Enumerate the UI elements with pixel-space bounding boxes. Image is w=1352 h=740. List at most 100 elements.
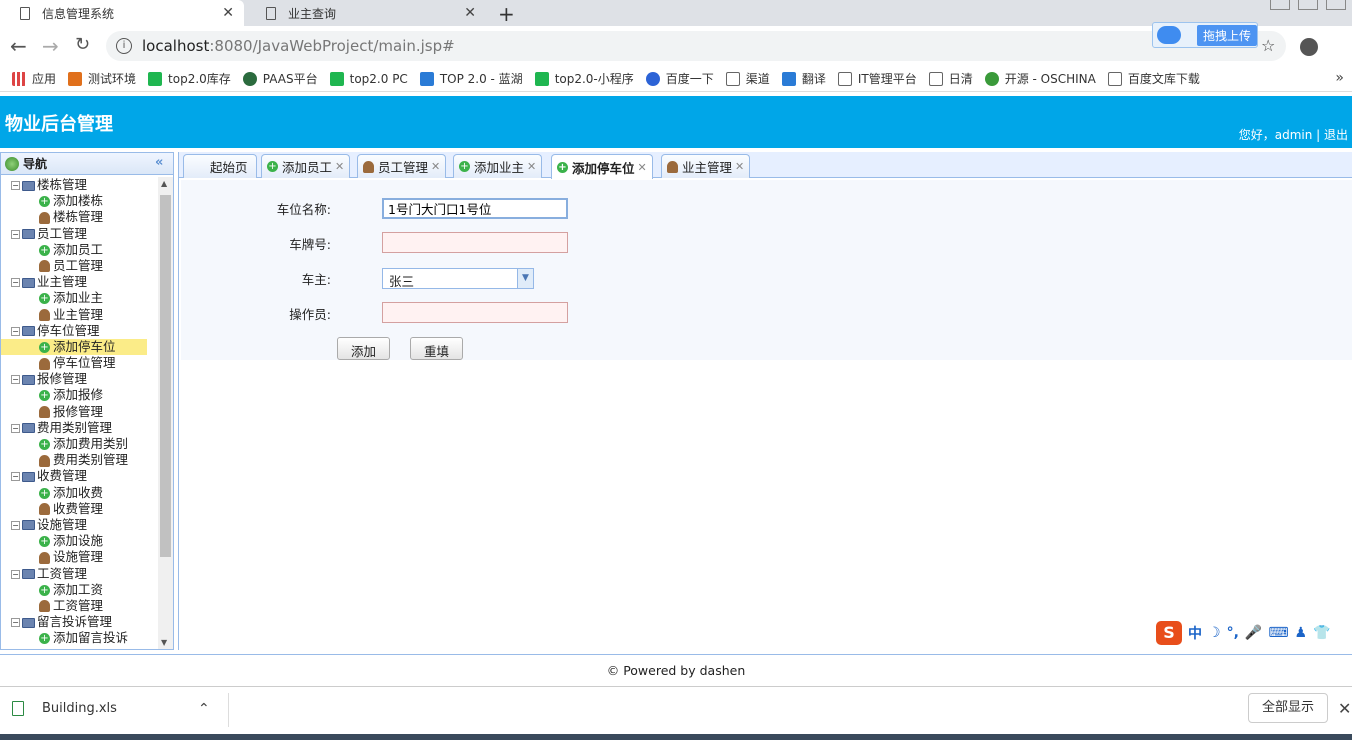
shirt-icon[interactable]: 👕	[1313, 625, 1330, 641]
operator-input[interactable]	[382, 302, 568, 323]
user-icon[interactable]: ♟	[1295, 625, 1308, 641]
tree-item-repair-manage[interactable]: 报修管理	[1, 404, 157, 420]
chevron-up-icon[interactable]: ⌃	[198, 701, 210, 717]
bookmark-item[interactable]: 百度一下	[645, 70, 714, 87]
download-item[interactable]: Building.xls	[12, 701, 117, 716]
tree-item-add-building[interactable]: + 添加楼栋	[1, 193, 157, 209]
scroll-down-icon[interactable]: ▼	[161, 638, 167, 647]
chevron-down-icon[interactable]: ▼	[517, 269, 533, 288]
tree-item-add-facility[interactable]: + 添加设施	[1, 533, 157, 549]
tree-item-add-fee-type[interactable]: + 添加费用类别	[1, 436, 157, 452]
restore-icon[interactable]	[1298, 0, 1318, 10]
scroll-thumb[interactable]	[160, 195, 171, 557]
owner-select[interactable]: 张三 ▼	[382, 268, 534, 289]
tree-item-facility-manage[interactable]: 设施管理	[1, 549, 157, 565]
tree-group-staff[interactable]: − 员工管理	[1, 226, 157, 242]
tree-item-charge-manage[interactable]: 收费管理	[1, 501, 157, 517]
bookmark-item[interactable]: top2.0 PC	[329, 71, 408, 86]
tab-add-staff[interactable]: + 添加员工 ✕	[261, 154, 351, 178]
forward-icon[interactable]: →	[42, 34, 59, 58]
bookmark-apps[interactable]: 应用	[12, 70, 56, 87]
collapse-toggle-icon[interactable]: −	[11, 181, 20, 190]
add-button[interactable]: 添加	[337, 337, 391, 360]
tree-group-complaint[interactable]: − 留言投诉管理	[1, 614, 157, 630]
tree-item-fee-type-manage[interactable]: 费用类别管理	[1, 452, 157, 468]
tree-group-repair[interactable]: − 报修管理	[1, 371, 157, 387]
browser-tab-main[interactable]: 信息管理系统 ✕	[0, 0, 244, 26]
info-icon[interactable]: i	[116, 38, 132, 54]
collapse-toggle-icon[interactable]: −	[11, 375, 20, 385]
tree-item-add-repair[interactable]: + 添加报修	[1, 387, 157, 403]
bookmark-item[interactable]: 百度文库下载	[1107, 70, 1200, 87]
collapse-toggle-icon[interactable]: −	[11, 278, 20, 288]
bookmark-item[interactable]: top2.0-小程序	[534, 70, 634, 87]
keyboard-icon[interactable]: ⌨	[1268, 625, 1288, 641]
tree-group-charge[interactable]: − 收费管理	[1, 468, 157, 484]
tab-staff-manage[interactable]: 员工管理 ✕	[357, 154, 447, 178]
bookmark-item[interactable]: PAAS平台	[242, 70, 318, 87]
tab-home[interactable]: 起始页	[183, 154, 257, 178]
reload-icon[interactable]: ↻	[75, 34, 90, 55]
tree-item-salary-manage[interactable]: 工资管理	[1, 598, 157, 614]
bookmark-item[interactable]: 日清	[928, 70, 973, 87]
bookmark-star-icon[interactable]: ☆	[1261, 36, 1275, 55]
chinese-mode-icon[interactable]: 中	[1188, 623, 1202, 643]
parking-name-input[interactable]	[382, 198, 568, 219]
bookmark-item[interactable]: 翻译	[781, 70, 826, 87]
close-tab-icon[interactable]: ✕	[335, 160, 344, 173]
reset-button[interactable]: 重填	[410, 337, 464, 360]
tree-item-add-charge[interactable]: + 添加收费	[1, 485, 157, 501]
tree-group-facility[interactable]: − 设施管理	[1, 517, 157, 533]
tree-item-building-manage[interactable]: 楼栋管理	[1, 209, 157, 225]
address-bar[interactable]: i localhost:8080/JavaWebProject/main.jsp…	[106, 31, 1286, 61]
bookmark-item[interactable]: top2.0库存	[148, 70, 231, 87]
bookmark-item[interactable]: IT管理平台	[837, 70, 917, 87]
collapse-toggle-icon[interactable]: −	[11, 569, 20, 579]
new-tab-icon[interactable]: +	[498, 2, 515, 26]
close-icon[interactable]: ✕	[1338, 699, 1351, 718]
plate-number-input[interactable]	[382, 232, 568, 253]
tree-item-add-owner[interactable]: + 添加业主	[1, 290, 157, 306]
tree-group-fee-type[interactable]: − 费用类别管理	[1, 420, 157, 436]
tab-owner-manage[interactable]: 业主管理 ✕	[661, 154, 751, 178]
collapse-icon[interactable]: «	[155, 155, 163, 170]
sidebar-scrollbar[interactable]: ▲ ▼	[158, 177, 173, 649]
tree-item-add-salary[interactable]: + 添加工资	[1, 582, 157, 598]
close-tab-icon[interactable]: ✕	[464, 5, 476, 21]
close-tab-icon[interactable]: ✕	[222, 5, 234, 21]
tree-item-add-parking[interactable]: + 添加停车位	[1, 338, 147, 356]
tree-group-parking[interactable]: − 停车位管理	[1, 323, 157, 339]
bookmark-item[interactable]: 渠道	[725, 70, 770, 87]
collapse-toggle-icon[interactable]: −	[11, 423, 20, 433]
collapse-toggle-icon[interactable]: −	[11, 472, 20, 482]
collapse-toggle-icon[interactable]: −	[11, 229, 20, 239]
baidu-upload-widget[interactable]: 拖拽上传	[1152, 22, 1258, 48]
sogou-ime-icon[interactable]: S	[1156, 621, 1182, 645]
collapse-toggle-icon[interactable]: −	[11, 618, 20, 628]
tab-add-parking[interactable]: + 添加停车位 ✕	[551, 154, 653, 179]
tree-group-owner[interactable]: − 业主管理	[1, 274, 157, 290]
user-greeting[interactable]: 您好，admin | 退出	[1239, 126, 1348, 143]
close-window-icon[interactable]	[1326, 0, 1346, 10]
microphone-icon[interactable]: 🎤	[1245, 625, 1262, 641]
tab-add-owner[interactable]: + 添加业主 ✕	[453, 154, 543, 178]
tree-group-building[interactable]: − 楼栋管理	[1, 177, 157, 193]
close-tab-icon[interactable]: ✕	[431, 160, 440, 173]
show-all-button[interactable]: 全部显示	[1248, 693, 1328, 723]
collapse-toggle-icon[interactable]: −	[11, 326, 20, 336]
bookmark-item[interactable]: 测试环境	[68, 70, 136, 87]
scroll-up-icon[interactable]: ▲	[161, 179, 167, 188]
bookmark-item[interactable]: TOP 2.0 - 蓝湖	[419, 70, 523, 87]
bookmark-item[interactable]: 开源 - OSCHINA	[984, 70, 1096, 87]
moon-icon[interactable]: ☽	[1208, 625, 1221, 641]
tree-item-parking-manage[interactable]: 停车位管理	[1, 355, 157, 371]
back-icon[interactable]: ←	[10, 34, 27, 58]
minimize-icon[interactable]	[1270, 0, 1290, 10]
profile-icon[interactable]	[1300, 38, 1318, 56]
close-tab-icon[interactable]: ✕	[527, 160, 536, 173]
tree-item-staff-manage[interactable]: 员工管理	[1, 258, 157, 274]
punctuation-icon[interactable]: °,	[1227, 625, 1239, 641]
browser-tab-owner-query[interactable]: 业主查询 ✕	[246, 0, 486, 26]
close-tab-icon[interactable]: ✕	[735, 160, 744, 173]
collapse-toggle-icon[interactable]: −	[11, 520, 20, 530]
